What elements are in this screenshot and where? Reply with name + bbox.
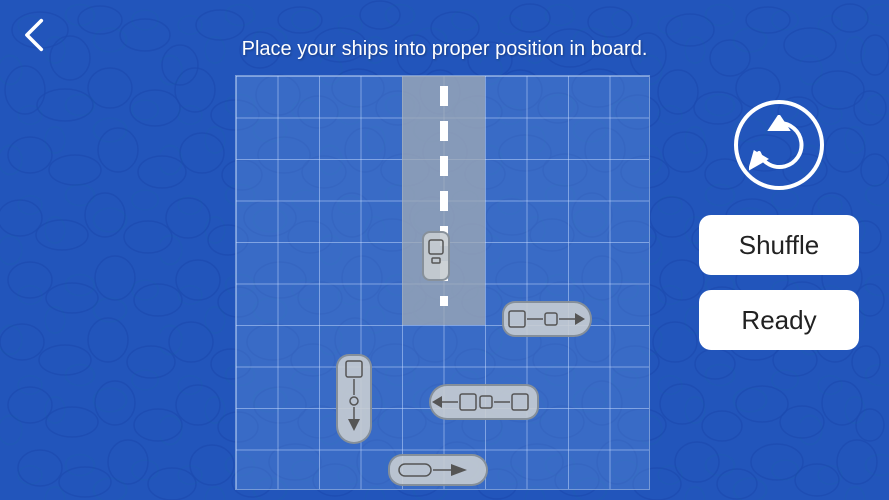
- right-ui-panel: Shuffle Ready: [699, 100, 859, 350]
- back-button[interactable]: [15, 15, 55, 55]
- ship-medium-left[interactable]: [429, 384, 539, 420]
- shuffle-label: Shuffle: [739, 230, 819, 261]
- ready-label: Ready: [741, 305, 816, 336]
- runway-vertical: [402, 76, 485, 325]
- game-board-container: [235, 75, 650, 490]
- shuffle-button[interactable]: Shuffle: [699, 215, 859, 275]
- ship-small-vertical[interactable]: [422, 231, 450, 281]
- instruction-text: Place your ships into proper position in…: [242, 38, 648, 61]
- ready-button[interactable]: Ready: [699, 290, 859, 350]
- ship-small-horizontal[interactable]: [388, 454, 488, 486]
- rotate-button[interactable]: [734, 100, 824, 190]
- ship-medium-right[interactable]: [502, 301, 592, 337]
- game-board: [235, 75, 650, 490]
- ship-large-vertical[interactable]: [336, 354, 372, 444]
